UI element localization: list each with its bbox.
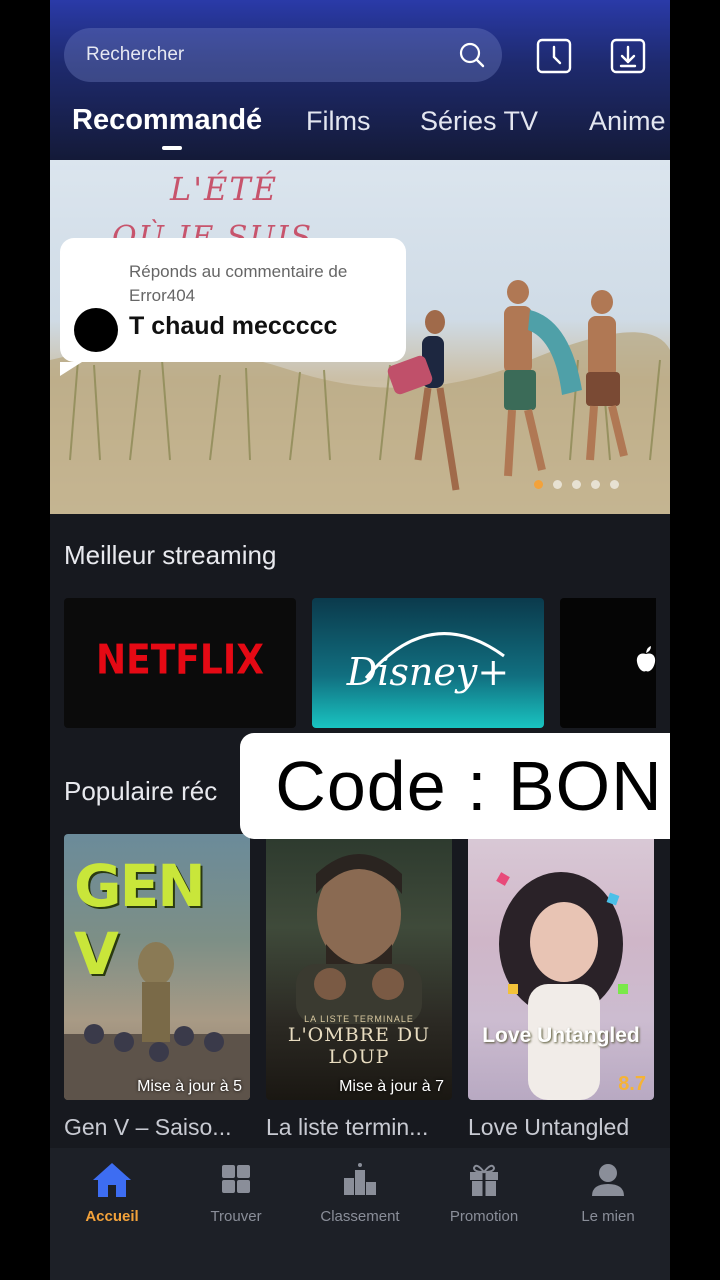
section-title-streaming: Meilleur streaming bbox=[64, 540, 277, 570]
category-tabs: Recommandé Films Séries TV Anime bbox=[50, 100, 670, 150]
search-icon[interactable] bbox=[458, 41, 486, 69]
code-overlay-text: Code : BON bbox=[275, 747, 663, 825]
poster-caption[interactable]: Gen V – Saiso... bbox=[64, 1114, 250, 1141]
poster-love-untangled[interactable]: Love Untangled 8.7 bbox=[468, 834, 654, 1100]
nav-label: Promotion bbox=[449, 1208, 519, 1225]
grid-icon bbox=[222, 1165, 250, 1193]
poster-subtitle-art: LA LISTE TERMINALE bbox=[304, 1014, 414, 1024]
streaming-card-netflix[interactable]: NETFLIX bbox=[64, 598, 296, 728]
reply-comment-bubble: Réponds au commentaire de Error404 T cha… bbox=[60, 238, 406, 376]
tab-anime[interactable]: Anime bbox=[589, 106, 666, 137]
search-placeholder: Rechercher bbox=[86, 44, 185, 65]
disney-logo: Disney+ bbox=[346, 650, 510, 694]
avatar bbox=[74, 308, 118, 352]
update-badge: Mise à jour à 7 bbox=[339, 1078, 444, 1095]
nav-label: Classement bbox=[320, 1208, 400, 1225]
poster-artwork bbox=[496, 872, 628, 1100]
nav-item-trouver[interactable]: Trouver bbox=[174, 1160, 298, 1225]
tab-films[interactable]: Films bbox=[306, 106, 370, 137]
code-overlay: Code : BON bbox=[240, 733, 670, 839]
comment-text: T chaud meccccc bbox=[129, 312, 338, 340]
update-badge: Mise à jour à 5 bbox=[137, 1078, 242, 1095]
download-icon[interactable] bbox=[610, 38, 646, 74]
carousel-dot[interactable] bbox=[534, 480, 543, 489]
carousel-dot[interactable] bbox=[591, 480, 600, 489]
nav-item-promotion[interactable]: Promotion bbox=[422, 1160, 546, 1225]
ranking-icon bbox=[344, 1163, 376, 1195]
nav-label: Trouver bbox=[210, 1208, 262, 1225]
poster-artwork bbox=[64, 942, 250, 1100]
streaming-row: NETFLIX Disney+ bbox=[64, 598, 656, 728]
home-icon bbox=[93, 1163, 131, 1197]
tab-recommande[interactable]: Recommandé bbox=[72, 104, 262, 137]
streaming-card-disney[interactable]: Disney+ bbox=[312, 598, 544, 728]
carousel-dot[interactable] bbox=[610, 480, 619, 489]
nav-label: Le mien bbox=[581, 1208, 635, 1225]
nav-item-accueil[interactable]: Accueil bbox=[50, 1160, 174, 1225]
app-screen: Rechercher Recommandé Films Séries TV An… bbox=[50, 0, 670, 1280]
search-bar[interactable]: Rechercher bbox=[64, 28, 502, 82]
popular-row: GEN V Mise à jour à 5 LA LISTE TERMINALE… bbox=[64, 834, 656, 1140]
poster-gen-v[interactable]: GEN V Mise à jour à 5 bbox=[64, 834, 250, 1100]
bottom-navigation: Accueil Trouver Classement Promotion Le … bbox=[50, 1148, 670, 1280]
section-title-popular: Populaire réc bbox=[64, 776, 218, 806]
gift-icon bbox=[470, 1164, 498, 1196]
netflix-logo: NETFLIX bbox=[96, 636, 264, 685]
tab-series-tv[interactable]: Séries TV bbox=[420, 106, 538, 137]
nav-item-classement[interactable]: Classement bbox=[298, 1160, 422, 1225]
user-icon bbox=[592, 1164, 624, 1196]
history-icon[interactable] bbox=[536, 38, 572, 74]
bubble-tail bbox=[60, 362, 82, 376]
featured-banner[interactable]: L'ÉTÉ OÙ JE SUIS bbox=[50, 160, 670, 514]
streaming-card-apple[interactable] bbox=[560, 598, 656, 728]
nav-item-le-mien[interactable]: Le mien bbox=[546, 1160, 670, 1225]
poster-caption[interactable]: La liste termin... bbox=[266, 1114, 452, 1141]
tab-indicator bbox=[162, 146, 182, 150]
poster-la-liste-terminale[interactable]: LA LISTE TERMINALE L'OMBRE DU LOUP Mise … bbox=[266, 834, 452, 1100]
apple-icon bbox=[636, 646, 656, 672]
nav-label: Accueil bbox=[85, 1208, 139, 1225]
header: Rechercher Recommandé Films Séries TV An… bbox=[50, 0, 670, 160]
carousel-dot[interactable] bbox=[553, 480, 562, 489]
poster-caption[interactable]: Love Untangled bbox=[468, 1114, 654, 1141]
poster-title-art: Love Untangled bbox=[482, 1024, 640, 1047]
comment-subtitle: Réponds au commentaire de Error404 bbox=[129, 262, 348, 305]
carousel-dot[interactable] bbox=[572, 480, 581, 489]
poster-title-art: L'OMBRE DU LOUP bbox=[287, 1024, 431, 1068]
rating-badge: 8.7 bbox=[618, 1073, 646, 1095]
carousel-dots bbox=[534, 480, 619, 489]
